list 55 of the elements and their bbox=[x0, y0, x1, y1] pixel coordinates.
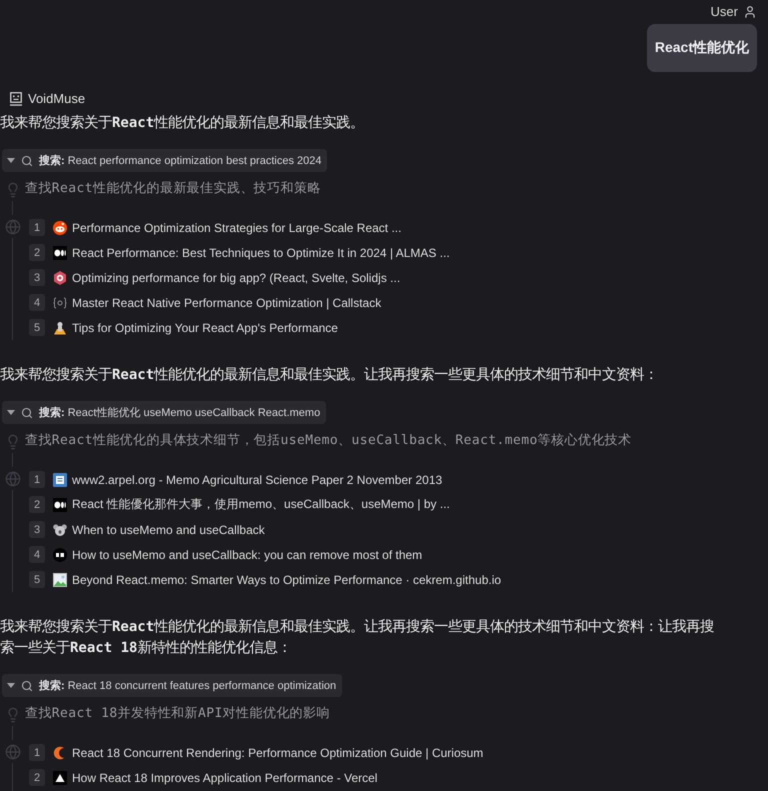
search-icon bbox=[21, 154, 33, 166]
search-description: 查找React性能优化的具体技术细节，包括useMemo、useCallback、React.memo等核心优化技术 bbox=[25, 432, 632, 450]
result-link[interactable]: How to useMemo and useCallback: you can remove most of them bbox=[72, 548, 422, 562]
result-link[interactable]: Optimizing performance for big app? (React, Svelte, Solidjs ... bbox=[72, 270, 400, 284]
result-link[interactable]: Tips for Optimizing Your React App's Performance bbox=[72, 320, 338, 334]
user-label: User bbox=[710, 4, 738, 19]
globe-icon bbox=[4, 744, 20, 760]
search-description: 查找React性能优化的最新最佳实践、技巧和策略 bbox=[25, 180, 321, 198]
alien-face-icon bbox=[53, 220, 67, 234]
user-icon bbox=[743, 4, 757, 18]
result-number-badge: 1 bbox=[29, 471, 45, 488]
image-icon bbox=[53, 572, 67, 586]
result-number-badge: 4 bbox=[29, 546, 45, 563]
globe-icon bbox=[4, 219, 20, 235]
hexagon-icon bbox=[53, 270, 67, 284]
circle-logo-icon bbox=[53, 548, 67, 562]
result-number-badge: 2 bbox=[29, 244, 45, 261]
robot-face-icon bbox=[10, 92, 22, 106]
result-link[interactable]: www2.arpel.org - Memo Agricultural Science Paper 2 November 2013 bbox=[72, 472, 442, 486]
result-number-badge: 5 bbox=[29, 571, 45, 588]
result-number-badge: 1 bbox=[29, 219, 45, 236]
search-toggle-button[interactable]: 搜索: React 18 concurrent features performance optimization bbox=[2, 674, 342, 697]
result-number-badge: 1 bbox=[29, 744, 45, 761]
result-link[interactable]: React 18 Concurrent Rendering: Performance Optimization Guide | Curiosum bbox=[72, 746, 484, 760]
globe-icon bbox=[4, 471, 20, 487]
result-number-badge: 2 bbox=[29, 769, 45, 786]
result-number-badge: 3 bbox=[29, 521, 45, 538]
result-number-badge: 5 bbox=[29, 319, 45, 336]
ellipses-logo-icon bbox=[53, 246, 67, 260]
result-link[interactable]: React Performance: Best Techniques to Optimize It in 2024 | ALMAS ... bbox=[72, 246, 450, 260]
animal-face-icon bbox=[53, 522, 67, 536]
search-icon bbox=[21, 406, 33, 418]
result-number-badge: 2 bbox=[29, 496, 45, 513]
search-toggle-button[interactable]: 搜索: React performance optimization best practices 2024 bbox=[2, 149, 328, 172]
result-number-badge: 3 bbox=[29, 269, 45, 286]
result-link[interactable]: Performance Optimization Strategies for Large-Scale React ... bbox=[72, 220, 402, 234]
result-link[interactable]: How React 18 Improves Application Performance - Vercel bbox=[72, 770, 378, 784]
result-link[interactable]: Master React Native Performance Optimization | Callstack bbox=[72, 296, 382, 310]
braces-icon bbox=[53, 296, 67, 310]
cone-icon bbox=[53, 320, 67, 334]
search-description: 查找React 18并发特性和新API对性能优化的影响 bbox=[25, 705, 330, 723]
search-icon bbox=[21, 680, 33, 692]
ellipses-logo-icon bbox=[53, 498, 67, 512]
result-number-badge: 4 bbox=[29, 294, 45, 311]
user-message-bubble: React性能优化 bbox=[646, 24, 757, 72]
result-link[interactable]: When to useMemo and useCallback bbox=[72, 522, 265, 536]
assistant-name: VoidMuse bbox=[28, 91, 86, 107]
result-link[interactable]: React 性能優化那件大事，使用memo、useCallback、useMemo | by ... bbox=[72, 496, 450, 513]
assistant-message-text: 我来帮您搜索关于React性能优化的最新信息和最佳实践。让我再搜索一些更具体的技术细节和中文资料：让我再搜索一些关于React 18新特性的性能优化信息： bbox=[0, 618, 716, 658]
triangle-icon bbox=[53, 770, 67, 784]
assistant-message-text: 我来帮您搜索关于React性能优化的最新信息和最佳实践。 bbox=[0, 114, 364, 133]
assistant-message-text: 我来帮您搜索关于React性能优化的最新信息和最佳实践。让我再搜索一些更具体的技术细节和中文资料： bbox=[0, 366, 658, 385]
result-link[interactable]: Beyond React.memo: Smarter Ways to Optimize Performance · cekrem.github.io bbox=[72, 572, 502, 586]
document-icon bbox=[53, 472, 67, 486]
search-toggle-button[interactable]: 搜索: React性能优化 useMemo useCallback React.memo bbox=[2, 401, 326, 424]
